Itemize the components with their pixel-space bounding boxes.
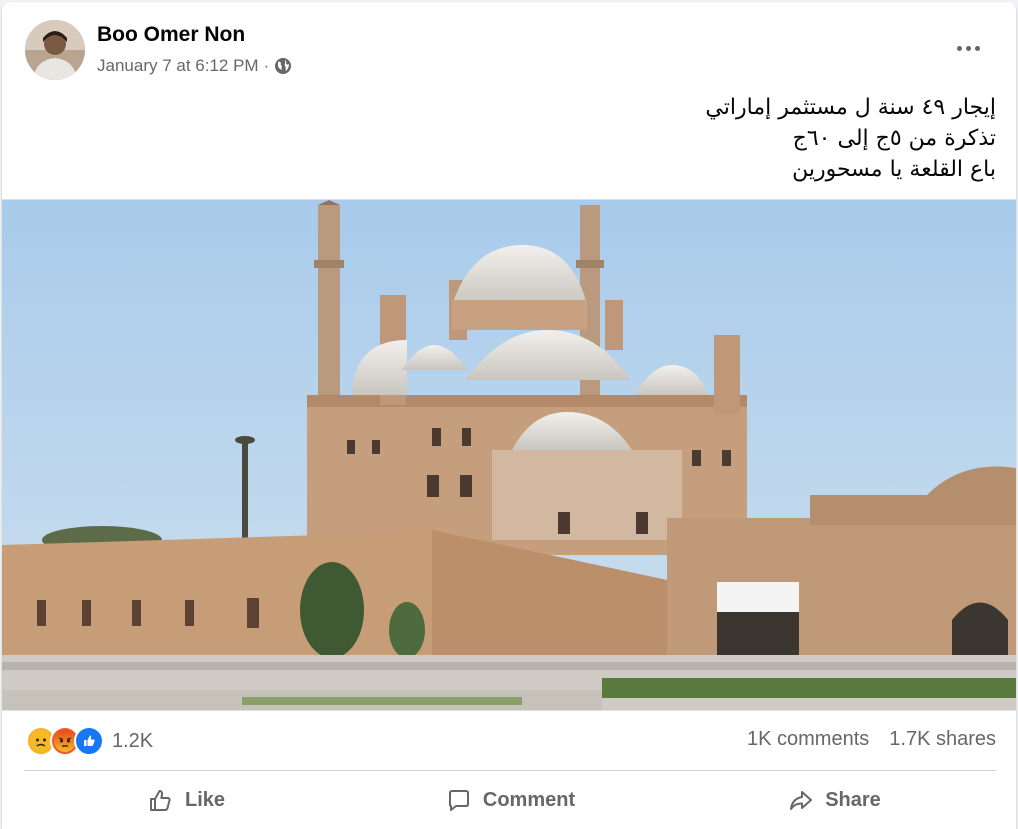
share-arrow-icon <box>790 790 813 810</box>
mosque-photo-image <box>2 200 1016 710</box>
dot-icon <box>965 45 971 51</box>
post-actions: Like Comment Share <box>24 772 996 829</box>
meta-separator: · <box>263 56 270 75</box>
like-button[interactable]: Like <box>24 772 348 829</box>
like-label: Like <box>184 789 226 811</box>
reaction-count[interactable]: 1.2K <box>112 730 153 753</box>
reactions-summary[interactable]: 1.2K <box>26 726 153 756</box>
comment-label: Comment <box>482 789 576 811</box>
divider <box>24 770 996 771</box>
post-text-line: إيجار ٤٩ سنة ل مستثمر إماراتي <box>705 95 996 120</box>
avatar-image <box>25 20 85 80</box>
post-photo[interactable] <box>2 199 1016 711</box>
post-text-line: باع القلعة يا مسحورين <box>792 157 996 182</box>
comments-count[interactable]: 1K comments <box>747 728 869 751</box>
post-header: Boo Omer Non January 7 at 6:12 PM · <box>2 2 1016 92</box>
comment-button[interactable]: Comment <box>348 772 672 829</box>
dot-icon <box>974 45 980 51</box>
like-reaction-icon <box>74 726 104 756</box>
post-card: Boo Omer Non January 7 at 6:12 PM · إيجا… <box>2 2 1016 829</box>
post-stats: 1.2K 1K comments 1.7K shares <box>2 712 1016 772</box>
dot-icon <box>956 45 962 51</box>
post-text: إيجار ٤٩ سنة ل مستثمر إماراتي تذكرة من ٥… <box>296 92 996 185</box>
author-name[interactable]: Boo Omer Non <box>97 23 245 47</box>
post-meta: January 7 at 6:12 PM · <box>97 56 292 76</box>
thumbs-up-icon <box>149 789 171 811</box>
share-button[interactable]: Share <box>672 772 996 829</box>
shares-count[interactable]: 1.7K shares <box>889 728 996 751</box>
post-date[interactable]: January 7 at 6:12 PM <box>97 56 259 76</box>
comment-icon <box>448 789 469 811</box>
globe-icon[interactable] <box>274 57 292 75</box>
share-label: Share <box>825 789 881 811</box>
engagement-counts: 1K comments 1.7K shares <box>747 728 996 751</box>
avatar[interactable] <box>25 20 85 80</box>
more-options-button[interactable] <box>950 30 986 66</box>
post-text-line: تذكرة من ٥ج إلى ٦٠ج <box>792 126 996 151</box>
